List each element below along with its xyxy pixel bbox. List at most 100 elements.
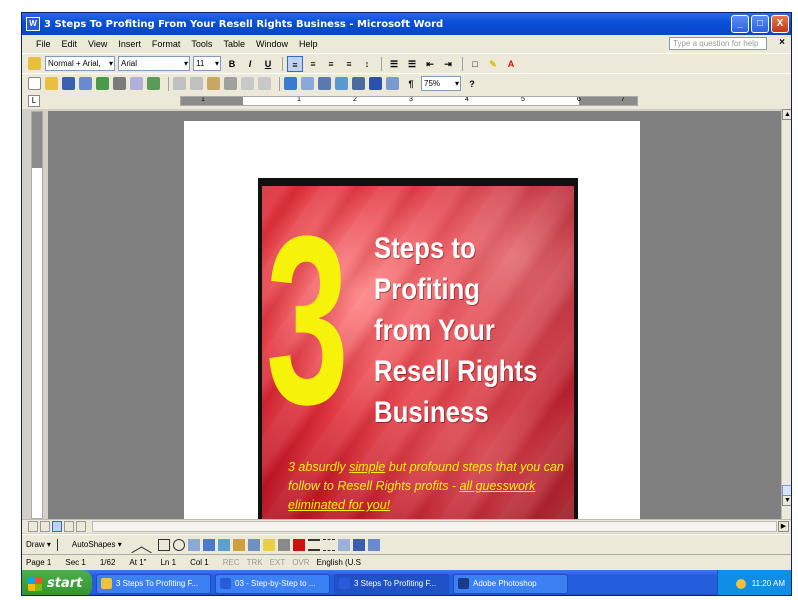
insert-picture-icon[interactable]: [247, 538, 260, 551]
vertical-scrollbar[interactable]: ▲ ▼: [781, 109, 791, 519]
numbering-icon[interactable]: ☰: [386, 56, 402, 72]
taskbar-item[interactable]: 03 - Step-by-Step to ...: [215, 573, 330, 594]
menu-insert[interactable]: Insert: [118, 39, 141, 49]
3d-style-icon[interactable]: [367, 538, 380, 551]
draw-menu-button[interactable]: Draw ▾: [26, 540, 51, 549]
line-style-icon[interactable]: [307, 538, 320, 551]
menu-view[interactable]: View: [88, 39, 107, 49]
scroll-right-arrow[interactable]: ▶: [778, 521, 789, 532]
status-trk[interactable]: TRK: [247, 558, 263, 567]
hyperlink-icon[interactable]: [284, 77, 297, 90]
horizontal-scrollbar[interactable]: [92, 521, 777, 532]
new-document-icon[interactable]: [28, 77, 41, 90]
open-folder-icon[interactable]: [45, 77, 58, 90]
tab-selector[interactable]: L: [28, 95, 40, 107]
zoom-dropdown[interactable]: 75%: [421, 76, 461, 91]
menu-help[interactable]: Help: [299, 39, 318, 49]
vertical-ruler[interactable]: [31, 111, 43, 519]
select-objects-icon[interactable]: [56, 538, 69, 551]
font-size-dropdown[interactable]: 11: [193, 56, 221, 71]
spelling-icon[interactable]: [147, 77, 160, 90]
font-dropdown[interactable]: Arial: [118, 56, 190, 71]
highlight-icon[interactable]: ✎: [485, 56, 501, 72]
undo-icon[interactable]: [241, 77, 254, 90]
drawing-icon[interactable]: [369, 77, 382, 90]
align-right-icon[interactable]: ≡: [323, 56, 339, 72]
increase-indent-icon[interactable]: ⇥: [440, 56, 456, 72]
redo-icon[interactable]: [258, 77, 271, 90]
print-preview-icon[interactable]: [130, 77, 143, 90]
menu-edit[interactable]: Edit: [62, 39, 78, 49]
bullets-icon[interactable]: ☰: [404, 56, 420, 72]
status-ovr[interactable]: OVR: [292, 558, 309, 567]
maximize-button[interactable]: □: [751, 15, 769, 33]
cut-icon[interactable]: [173, 77, 186, 90]
align-center-icon[interactable]: ≡: [305, 56, 321, 72]
help-question-input[interactable]: Type a question for help: [669, 37, 767, 50]
insert-excel-icon[interactable]: [335, 77, 348, 90]
taskbar-item[interactable]: 3 Steps To Profiting F...: [334, 573, 449, 594]
dash-style-icon[interactable]: [322, 538, 335, 551]
oval-icon[interactable]: [172, 538, 185, 551]
italic-button[interactable]: I: [242, 56, 258, 72]
title-bar[interactable]: W 3 Steps To Profiting From Your Resell …: [22, 13, 791, 35]
line-icon[interactable]: [125, 536, 142, 553]
copy-icon[interactable]: [190, 77, 203, 90]
print-icon[interactable]: [113, 77, 126, 90]
show-hide-icon[interactable]: ¶: [403, 76, 419, 92]
scroll-up-arrow[interactable]: ▲: [782, 109, 791, 120]
scroll-down-arrow[interactable]: ▼: [782, 495, 791, 506]
justify-icon[interactable]: ≡: [341, 56, 357, 72]
wordart-icon[interactable]: [202, 538, 215, 551]
tables-borders-icon[interactable]: [301, 77, 314, 90]
font-color-icon[interactable]: A: [503, 56, 519, 72]
ebook-cover-image[interactable]: 3 Steps to Profiting from Your Resell Ri…: [258, 178, 578, 519]
diagram-icon[interactable]: [217, 538, 230, 551]
taskbar-item[interactable]: 3 Steps To Profiting F...: [96, 573, 211, 594]
menu-format[interactable]: Format: [152, 39, 181, 49]
taskbar-item[interactable]: Adobe Photoshop: [453, 573, 568, 594]
start-button[interactable]: start: [22, 570, 92, 595]
borders-icon[interactable]: □: [467, 56, 483, 72]
font-color-draw-icon[interactable]: [292, 538, 305, 551]
permission-icon[interactable]: [79, 77, 92, 90]
decrease-indent-icon[interactable]: ⇤: [422, 56, 438, 72]
close-document-icon[interactable]: ×: [779, 37, 785, 48]
document-workspace[interactable]: 3 Steps to Profiting from Your Resell Ri…: [48, 111, 781, 519]
document-map-icon[interactable]: [386, 77, 399, 90]
shadow-style-icon[interactable]: [352, 538, 365, 551]
clip-art-icon[interactable]: [232, 538, 245, 551]
tray-icon[interactable]: [735, 578, 746, 589]
text-box-icon[interactable]: [187, 538, 200, 551]
paste-icon[interactable]: [207, 77, 220, 90]
insert-table-icon[interactable]: [318, 77, 331, 90]
line-spacing-icon[interactable]: ↕: [359, 56, 375, 72]
normal-view-button[interactable]: [28, 521, 38, 532]
align-left-icon[interactable]: ≡: [287, 55, 303, 72]
menu-table[interactable]: Table: [223, 39, 245, 49]
outline-view-button[interactable]: [64, 521, 74, 532]
status-rec[interactable]: REC: [223, 558, 240, 567]
menu-file[interactable]: File: [36, 39, 51, 49]
document-page[interactable]: 3 Steps to Profiting from Your Resell Ri…: [184, 121, 640, 519]
save-icon[interactable]: [62, 77, 75, 90]
reading-layout-view-button[interactable]: [76, 521, 86, 532]
web-layout-view-button[interactable]: [40, 521, 50, 532]
autoshapes-menu-button[interactable]: AutoShapes ▾: [72, 540, 122, 549]
bold-button[interactable]: B: [224, 56, 240, 72]
fill-color-icon[interactable]: [262, 538, 275, 551]
email-icon[interactable]: [96, 77, 109, 90]
rectangle-icon[interactable]: [157, 538, 170, 551]
close-button[interactable]: X: [771, 15, 789, 33]
arrow-style-icon[interactable]: [337, 538, 350, 551]
styles-pane-icon[interactable]: [28, 57, 41, 70]
underline-button[interactable]: U: [260, 56, 276, 72]
status-ext[interactable]: EXT: [270, 558, 286, 567]
horizontal-ruler[interactable]: 1 1 2 3 4 5 6 7: [180, 96, 638, 106]
arrow-icon[interactable]: [140, 536, 157, 553]
columns-icon[interactable]: [352, 77, 365, 90]
minimize-button[interactable]: _: [731, 15, 749, 33]
style-dropdown[interactable]: Normal + Arial,: [45, 56, 115, 71]
line-color-icon[interactable]: [277, 538, 290, 551]
word-app-icon[interactable]: W: [26, 17, 40, 31]
